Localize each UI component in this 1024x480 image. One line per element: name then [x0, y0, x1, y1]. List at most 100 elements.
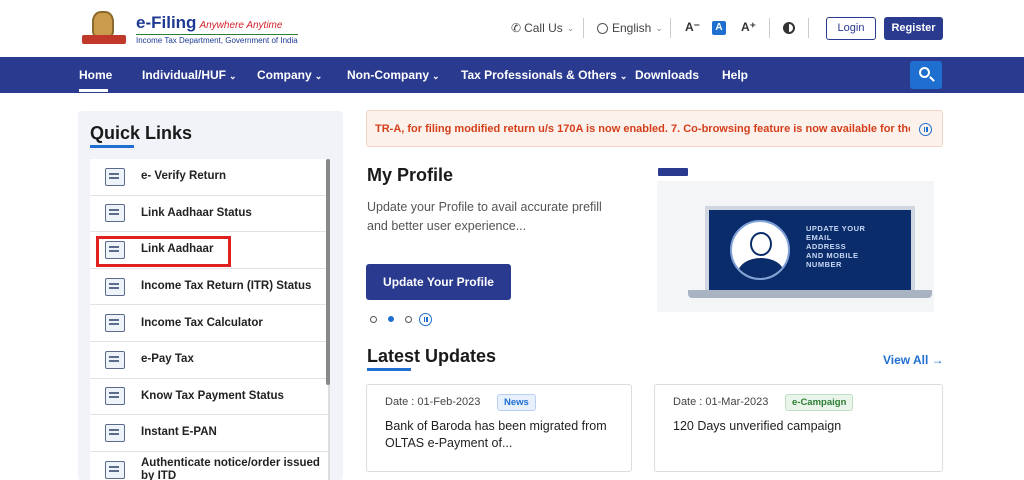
- phone-icon: ✆: [511, 21, 522, 35]
- divider: [670, 18, 671, 38]
- profile-description: Update your Profile to avail accurate pr…: [367, 200, 602, 233]
- update-card[interactable]: Date : 01-Mar-2023 e-Campaign 120 Days u…: [654, 384, 943, 472]
- chevron-down-icon: ⌄: [619, 71, 628, 81]
- nav-active-indicator: [79, 89, 108, 92]
- user-avatar-icon: [730, 220, 790, 280]
- globe-icon: [597, 22, 608, 34]
- font-decrease-button[interactable]: A⁻: [685, 20, 700, 34]
- chevron-down-icon: ⌄: [432, 71, 440, 81]
- nav-company-label: Company: [257, 68, 312, 82]
- language-select[interactable]: English ⌄: [597, 18, 663, 38]
- news-badge: News: [497, 394, 536, 411]
- pan-card-icon: [105, 423, 125, 442]
- update-text: Bank of Baroda has been migrated from OL…: [385, 419, 607, 450]
- nav-tax-professionals-label: Tax Professionals & Others: [461, 68, 617, 82]
- font-increase-button[interactable]: A⁺: [741, 20, 756, 34]
- emblem-icon: [80, 9, 130, 49]
- pause-icon[interactable]: [919, 123, 932, 136]
- laptop-base: [688, 290, 932, 298]
- highlight-annotation-box: [96, 236, 231, 267]
- register-button[interactable]: Register: [884, 17, 943, 40]
- promo-header-strip: [657, 165, 934, 181]
- notice-icon: [105, 460, 125, 479]
- quick-links-scrollbar[interactable]: [326, 159, 330, 385]
- campaign-badge: e-Campaign: [785, 394, 854, 411]
- chevron-down-icon: ⌄: [566, 22, 575, 33]
- nav-non-company-label: Non-Company: [347, 68, 429, 82]
- brand-subtitle: Income Tax Department, Government of Ind…: [136, 34, 298, 45]
- payment-icon: [105, 350, 125, 369]
- brand-name: e-Filing: [136, 13, 197, 32]
- quick-link-label: Know Tax Payment Status: [141, 389, 284, 402]
- chevron-down-icon: ⌄: [229, 71, 237, 81]
- quick-link-instant-e-pan[interactable]: Instant E-PAN: [90, 415, 328, 452]
- view-all-link[interactable]: View All →: [883, 353, 944, 367]
- profile-title: My Profile: [367, 165, 454, 185]
- call-us-menu[interactable]: ✆ Call Us ⌄: [511, 18, 574, 38]
- nav-tax-professionals[interactable]: Tax Professionals & Others ⌄: [461, 68, 627, 82]
- quick-link-label: Income Tax Return (ITR) Status: [141, 280, 312, 293]
- efiling-logo[interactable]: e-Filing Anywhere Anytime Income Tax Depa…: [80, 9, 298, 49]
- calculator-icon: [105, 314, 125, 333]
- nav-non-company[interactable]: Non-Company ⌄: [347, 68, 440, 82]
- quick-link-label: Link Aadhaar Status: [141, 206, 252, 219]
- search-icon: [919, 67, 930, 78]
- divider: [808, 18, 809, 38]
- main-nav: Home Individual/HUF ⌄ Company ⌄ Non-Compan…: [0, 57, 1024, 93]
- id-card-icon: [105, 204, 125, 223]
- nav-individual-label: Individual/HUF: [142, 68, 226, 82]
- quick-link-e-verify-return[interactable]: e- Verify Return: [90, 159, 328, 196]
- chevron-down-icon: ⌄: [655, 22, 663, 33]
- quick-links-title: Quick Links: [90, 123, 193, 143]
- receipt-icon: [105, 387, 125, 406]
- update-date: Date : 01-Mar-2023: [673, 396, 769, 408]
- update-card[interactable]: Date : 01-Feb-2023 News Bank of Baroda h…: [366, 384, 632, 472]
- nav-individual-huf[interactable]: Individual/HUF ⌄: [142, 68, 237, 82]
- quick-link-tax-calculator[interactable]: Income Tax Calculator: [90, 305, 328, 342]
- title-underline: [90, 145, 134, 148]
- nav-downloads-label: Downloads: [635, 68, 700, 82]
- document-icon: [105, 277, 125, 296]
- update-date: Date : 01-Feb-2023: [385, 396, 481, 408]
- quick-link-authenticate-notice[interactable]: Authenticate notice/order issued by ITD: [90, 452, 328, 480]
- carousel-dot-active[interactable]: [388, 316, 394, 322]
- quick-link-aadhaar-status[interactable]: Link Aadhaar Status: [90, 196, 328, 233]
- update-profile-button[interactable]: Update Your Profile: [366, 264, 511, 300]
- language-label: English: [612, 21, 652, 35]
- nav-home[interactable]: Home: [79, 68, 112, 82]
- news-ticker: TR-A, for filing modified return u/s 170…: [366, 110, 943, 147]
- nav-downloads[interactable]: Downloads: [635, 68, 699, 82]
- divider: [583, 18, 584, 38]
- call-us-label: Call Us: [524, 21, 563, 35]
- quick-link-label: e-Pay Tax: [141, 353, 194, 366]
- quick-link-label: Income Tax Calculator: [141, 316, 263, 329]
- nav-home-label: Home: [79, 68, 113, 82]
- carousel-dot[interactable]: [370, 316, 377, 323]
- nav-help[interactable]: Help: [722, 68, 748, 82]
- quick-link-label: Instant E-PAN: [141, 426, 217, 439]
- carousel-dot[interactable]: [405, 316, 412, 323]
- login-button[interactable]: Login: [826, 17, 876, 40]
- quick-links-list[interactable]: e- Verify Return Link Aadhaar Status Lin…: [90, 159, 330, 480]
- carousel-pause-icon[interactable]: [419, 313, 432, 326]
- contrast-toggle-icon[interactable]: [783, 22, 795, 34]
- brand-tagline: Anywhere Anytime: [199, 20, 283, 31]
- divider: [769, 18, 770, 38]
- quick-link-itr-status[interactable]: Income Tax Return (ITR) Status: [90, 269, 328, 306]
- quick-link-label: e- Verify Return: [141, 170, 226, 183]
- mini-logo-icon: [658, 168, 688, 176]
- quick-link-label: Authenticate notice/order issued by ITD: [141, 456, 320, 480]
- font-normal-button[interactable]: A: [712, 21, 726, 35]
- chevron-down-icon: ⌄: [314, 71, 323, 81]
- nav-company[interactable]: Company ⌄: [257, 68, 322, 82]
- quick-link-tax-payment-status[interactable]: Know Tax Payment Status: [90, 379, 328, 416]
- top-header: e-Filing Anywhere Anytime Income Tax Depa…: [0, 0, 1024, 57]
- nav-help-label: Help: [722, 68, 749, 82]
- search-button[interactable]: [910, 61, 942, 89]
- latest-updates-title: Latest Updates: [367, 346, 497, 366]
- verify-document-icon: [105, 167, 125, 186]
- promo-text: UPDATE YOUR EMAIL ADDRESS AND MOBILE NUM…: [806, 224, 866, 269]
- update-text: 120 Days unverified campaign: [673, 419, 842, 433]
- quick-link-e-pay-tax[interactable]: e-Pay Tax: [90, 342, 328, 379]
- ticker-text: TR-A, for filing modified return u/s 170…: [375, 123, 910, 135]
